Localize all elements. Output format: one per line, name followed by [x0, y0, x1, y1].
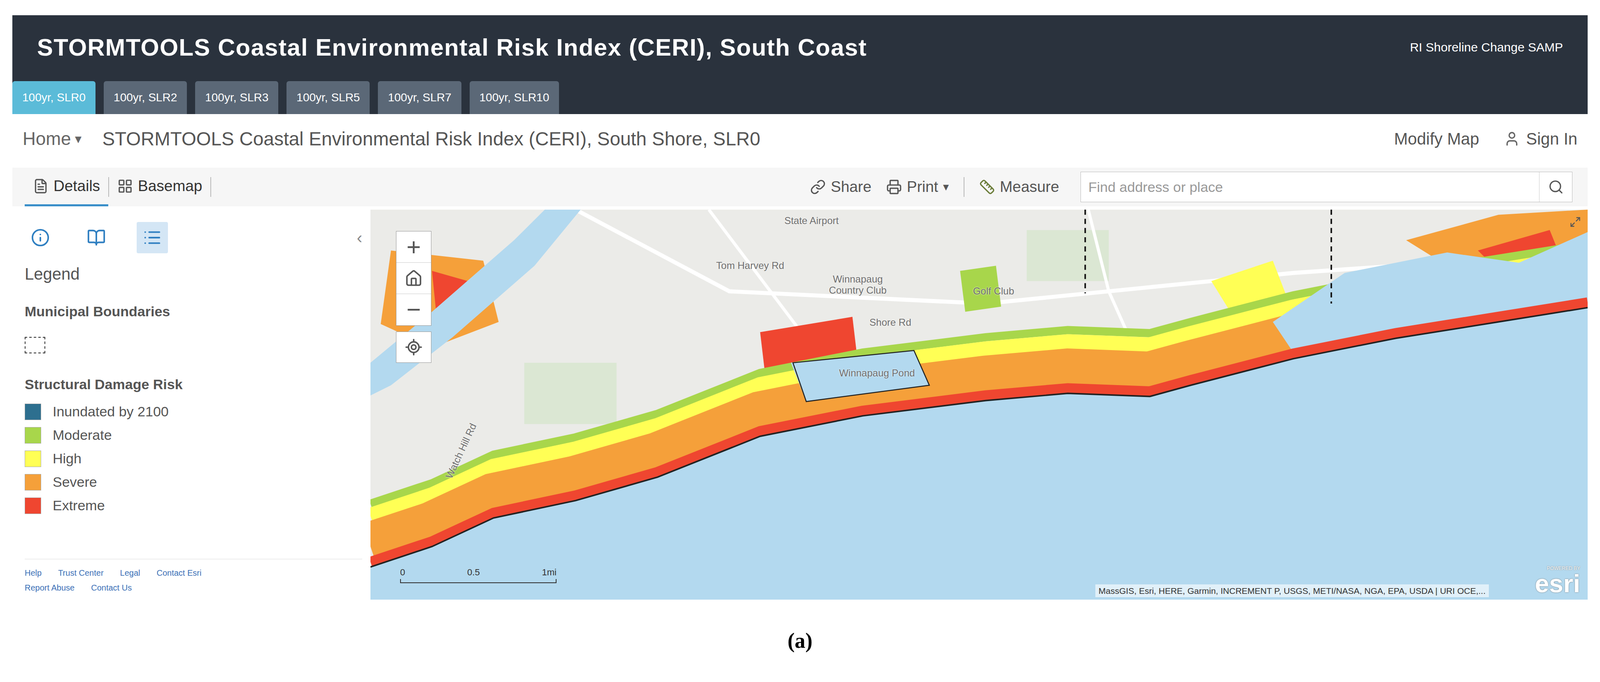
details-icon [32, 178, 49, 194]
legend-item: Extreme [24, 493, 363, 518]
panel-footer: Help Trust Center Legal Contact Esri Report … [24, 558, 363, 600]
legend-item: Inundated by 2100 [24, 399, 363, 424]
home-menu[interactable]: Home▾ [22, 125, 82, 153]
search-button[interactable] [1539, 172, 1573, 202]
about-icon [30, 228, 50, 247]
sign-in-link[interactable]: Sign In [1503, 126, 1578, 152]
risk-legend: Inundated by 2100ModerateHighSevereExtre… [24, 399, 363, 518]
view-button[interactable] [24, 221, 56, 254]
scenario-tab[interactable]: 100yr, SLR5 [286, 81, 370, 115]
zoom-control: +− [395, 230, 432, 363]
footer-link[interactable]: Contact Esri [156, 566, 202, 579]
legend-icon [142, 228, 162, 247]
attribution: MassGIS, Esri, HERE, Garmin, INCREMENT P… [1095, 584, 1489, 598]
separator [963, 177, 965, 197]
footer-link[interactable]: Trust Center [58, 566, 104, 579]
fullscreen-button[interactable] [1567, 213, 1584, 231]
account-links: Modify Map Sign In [1394, 126, 1578, 152]
scenario-tab[interactable]: 100yr, SLR0 [12, 81, 96, 115]
locate-icon [404, 337, 423, 357]
print-icon [886, 179, 902, 195]
footer-link[interactable]: Report Abuse [24, 581, 75, 594]
legend-swatch [24, 403, 42, 420]
scale-bar: 0 0.5 1mi [400, 565, 557, 583]
print-button[interactable]: Print▾ [886, 175, 949, 199]
boundary-symbol [24, 336, 46, 354]
home-icon [404, 269, 423, 288]
header-link[interactable]: RI Shoreline Change SAMP [1409, 37, 1563, 57]
layer-title: Municipal Boundaries [24, 300, 363, 322]
figure-caption: (a) [0, 599, 1600, 682]
scenario-tab[interactable]: 100yr, SLR10 [469, 81, 560, 115]
content-icon [86, 228, 106, 247]
breadcrumb: Home▾ STORMTOOLS Coastal Environmental Ri… [22, 124, 761, 154]
panel-tab[interactable]: Details [24, 167, 109, 207]
view-button[interactable] [80, 221, 112, 254]
legend-item: Severe [24, 470, 363, 494]
scale-label: 0 [400, 565, 406, 579]
legend-swatch [24, 497, 42, 514]
map-canvas[interactable] [370, 209, 1588, 600]
scenario-tab[interactable]: 100yr, SLR3 [195, 81, 279, 115]
toolbar: DetailsBasemap Share Print▾ Measure [12, 167, 1588, 207]
share-icon [810, 179, 826, 195]
scenario-tab[interactable]: 100yr, SLR7 [377, 81, 462, 115]
title-row: STORMTOOLS Coastal Environmental Risk In… [12, 15, 1588, 79]
legend-title: Legend [24, 261, 363, 287]
page: STORMTOOLS Coastal Environmental Risk In… [0, 0, 1600, 682]
footer-link[interactable]: Legal [120, 566, 141, 579]
legend-swatch [24, 473, 42, 491]
map-label: Winnapaug Country Club [826, 273, 889, 296]
map-label: Shore Rd [869, 314, 911, 330]
panel-tab[interactable]: Basemap [109, 167, 211, 207]
side-panel: ‹ Legend Municipal Boundaries Structural Da… [12, 209, 371, 600]
modify-map-link[interactable]: Modify Map [1394, 126, 1480, 152]
search-icon [1548, 179, 1564, 195]
collapse-button[interactable]: ‹ [356, 225, 363, 250]
scale-label: 0.5 [467, 565, 480, 579]
legend-swatch [24, 426, 42, 444]
esri-logo: POWERED BYesri [1534, 565, 1581, 597]
search-box [1080, 171, 1573, 203]
scenario-tabs: 100yr, SLR0100yr, SLR2100yr, SLR3100yr, … [12, 78, 1588, 115]
breadcrumb-row: Home▾ STORMTOOLS Coastal Environmental Ri… [0, 114, 1600, 164]
separator [108, 177, 110, 197]
view-button[interactable] [136, 221, 168, 254]
legend-item: High [24, 446, 363, 471]
panel-tabs: DetailsBasemap [24, 167, 212, 207]
expand-icon [1569, 216, 1582, 228]
home-button[interactable] [396, 262, 431, 294]
zoom-in-button[interactable]: + [396, 231, 431, 263]
layer-title: Structural Damage Risk [24, 373, 363, 395]
legend-item: Moderate [24, 423, 363, 447]
content: ‹ Legend Municipal Boundaries Structural Da… [12, 209, 1588, 600]
separator [210, 177, 212, 197]
scenario-tab[interactable]: 100yr, SLR2 [103, 81, 187, 115]
map[interactable]: State Airport Tom Harvey Rd Winnapaug Coun… [370, 209, 1588, 600]
zoom-out-button[interactable]: − [396, 293, 431, 326]
user-icon [1503, 130, 1521, 147]
map-label: Golf Club [973, 283, 1015, 299]
measure-button[interactable]: Measure [979, 175, 1060, 199]
map-title: STORMTOOLS Coastal Environmental Risk In… [102, 124, 761, 154]
basemap-icon [117, 178, 133, 194]
map-actions: Share Print▾ Measure [810, 171, 1576, 203]
view-switcher: ‹ [24, 209, 363, 254]
app-header: STORMTOOLS Coastal Environmental Risk In… [12, 15, 1588, 115]
footer-link[interactable]: Contact Us [90, 581, 132, 594]
map-label: State Airport [784, 213, 839, 229]
footer-link[interactable]: Help [24, 566, 42, 579]
search-input[interactable] [1080, 172, 1540, 202]
legend-swatch [24, 450, 42, 467]
share-button[interactable]: Share [810, 175, 872, 199]
locate-button[interactable] [395, 331, 432, 363]
map-label: Tom Harvey Rd [716, 258, 785, 273]
scale-label: 1mi [542, 565, 557, 579]
app-title: STORMTOOLS Coastal Environmental Risk In… [37, 29, 867, 66]
measure-icon [979, 179, 995, 195]
map-label: Winnapaug Pond [838, 365, 915, 381]
